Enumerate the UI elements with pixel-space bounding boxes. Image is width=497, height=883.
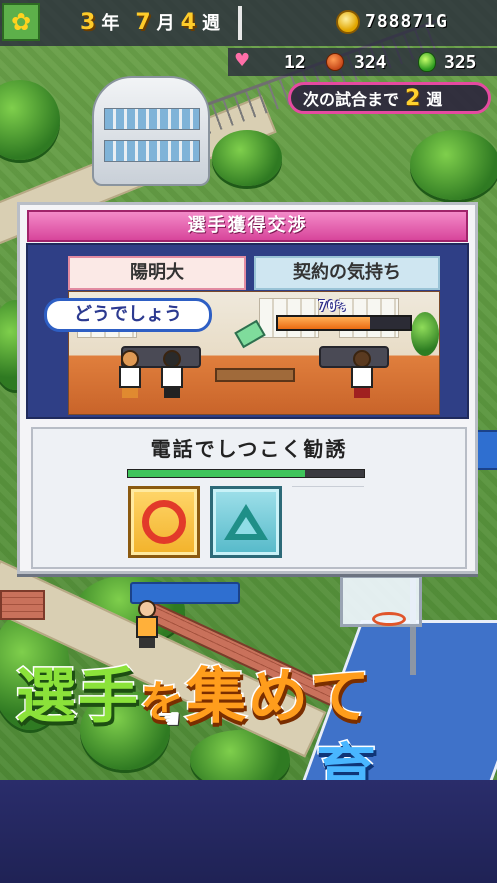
- recruit-character: [351, 350, 373, 398]
- palm-tree: [212, 130, 282, 186]
- items-value: 325: [444, 52, 477, 73]
- college-name-tab: 陽明大: [68, 256, 246, 290]
- potted-plant: [411, 312, 439, 356]
- negotiation-scene: 陽明大 契約の気持ち どうでしょう 70%: [26, 243, 469, 419]
- next-match-unit: 週: [426, 90, 443, 109]
- character-legs: [122, 388, 138, 398]
- school-building: [92, 76, 210, 186]
- circle-button-icon: [142, 500, 186, 544]
- character-body: [136, 616, 158, 638]
- slogan-gather: 集めて: [185, 661, 372, 734]
- basketball-icon: [326, 53, 344, 71]
- bottom-band: [0, 780, 497, 883]
- brick-wall: [0, 590, 45, 620]
- tree: [0, 80, 60, 160]
- sunflower-icon[interactable]: ✿: [2, 3, 40, 41]
- year-unit: 年: [101, 13, 120, 34]
- game-date: 3 年 7 月 4 週: [80, 9, 220, 39]
- contract-feeling-percent: 70%: [318, 297, 346, 315]
- character-legs: [139, 638, 155, 648]
- action-label: 電話でしつこく勧誘: [150, 437, 348, 461]
- character-legs: [164, 388, 180, 398]
- slogan-line-1: 選手を集めて: [15, 648, 372, 735]
- contract-feeling-bar: [276, 315, 412, 331]
- contract-feeling-tab: 契約の気持ち: [254, 256, 440, 290]
- gold-value: 788871: [365, 11, 437, 32]
- month-unit: 月: [156, 13, 175, 34]
- hud-divider: [238, 6, 242, 40]
- sun-glyph: ✿: [10, 8, 32, 36]
- next-match-label: 次の試合まで: [303, 90, 400, 109]
- slogan-players: 選手: [15, 661, 140, 734]
- hand-pointer-icon: ☚: [156, 702, 182, 735]
- hoop-ring: [372, 612, 406, 626]
- gold-unit: G: [436, 11, 448, 32]
- next-match-weeks: 2: [405, 85, 421, 111]
- month-value: 7: [135, 10, 151, 35]
- speech-bubble: どうでしょう: [44, 298, 212, 332]
- triangle-button[interactable]: [210, 486, 282, 558]
- character-body: [351, 366, 373, 388]
- circle-button[interactable]: [128, 486, 200, 558]
- balls-value: 324: [354, 52, 387, 73]
- action-box: 電話でしつこく勧誘: [31, 427, 467, 569]
- action-progress-fill: [128, 470, 305, 477]
- hearts-value: 12: [284, 52, 306, 73]
- negotiation-panel: 選手獲得交渉 陽明大 契約の気持ち どうでしょう 70% 電話でしつこく勧誘: [17, 202, 478, 574]
- year-value: 3: [80, 10, 96, 35]
- week-value: 4: [180, 10, 196, 35]
- character-body: [161, 366, 183, 388]
- top-hud: ✿ 3 年 7 月 4 週 788871G: [0, 0, 497, 46]
- tree: [410, 130, 497, 200]
- empty-button-slot: [292, 486, 364, 558]
- contract-feeling-fill: [278, 317, 371, 329]
- building-windows: [104, 140, 200, 162]
- character-body: [119, 366, 141, 388]
- green-drop-icon: [418, 52, 436, 72]
- building-windows: [104, 108, 200, 130]
- heart-icon: ♥: [234, 50, 251, 71]
- character-legs: [354, 388, 370, 398]
- next-match-banner: 次の試合まで 2 週: [288, 82, 491, 114]
- panel-title: 選手獲得交渉: [27, 210, 468, 242]
- manager-character: [161, 350, 183, 398]
- student-character: [136, 600, 158, 648]
- coffee-table: [215, 368, 295, 382]
- week-unit: 週: [201, 13, 220, 34]
- action-progress-bar: [127, 469, 365, 478]
- gold-amount: 788871G: [365, 11, 448, 32]
- resource-stats: ♥ 12 324 325: [228, 48, 497, 76]
- gold-coin-icon: [336, 10, 360, 34]
- coach-character: [119, 350, 141, 398]
- triangle-button-icon: [224, 504, 268, 540]
